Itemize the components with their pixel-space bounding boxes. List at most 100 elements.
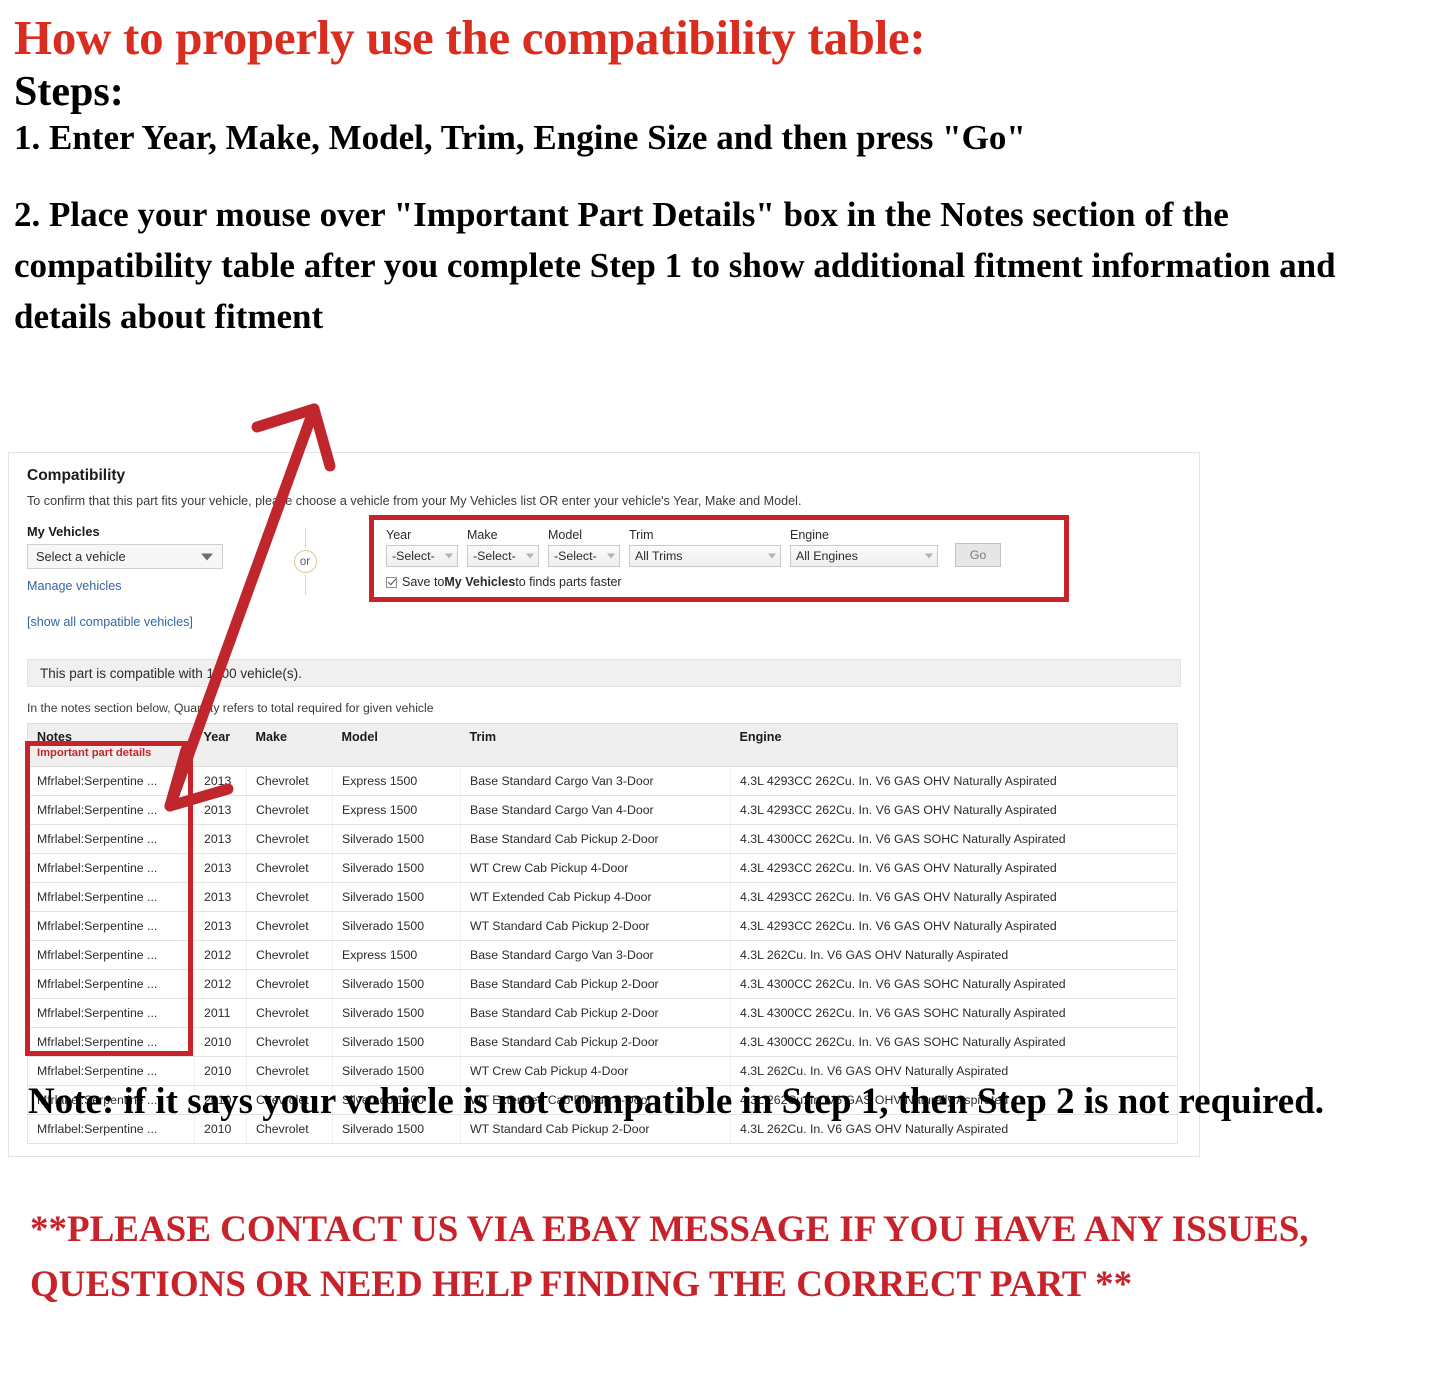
trim-field: Trim All Trims bbox=[629, 528, 781, 567]
step-2-text: 2. Place your mouse over "Important Part… bbox=[14, 194, 1336, 336]
cell-year: 2012 bbox=[194, 969, 247, 999]
make-label: Make bbox=[467, 528, 498, 542]
year-select[interactable]: -Select- bbox=[386, 545, 458, 567]
cell-make: Chevrolet bbox=[246, 824, 333, 854]
cell-model: Express 1500 bbox=[332, 766, 461, 796]
model-label: Model bbox=[548, 528, 583, 542]
cell-notes[interactable]: Mfrlabel:Serpentine ... bbox=[27, 766, 195, 796]
col-header-notes[interactable]: Notes Important part details bbox=[27, 723, 195, 767]
chevron-down-icon bbox=[526, 553, 534, 559]
col-header-year[interactable]: Year bbox=[194, 723, 247, 767]
bottom-note-text: Note: if it says your vehicle is not com… bbox=[28, 1081, 1325, 1122]
cell-model: Silverado 1500 bbox=[332, 1027, 461, 1057]
model-field: Model -Select- bbox=[548, 528, 620, 567]
or-badge: or bbox=[293, 550, 317, 573]
cell-make: Chevrolet bbox=[246, 766, 333, 796]
cell-engine: 4.3L 4293CC 262Cu. In. V6 GAS OHV Natura… bbox=[730, 766, 1178, 796]
cell-notes[interactable]: Mfrlabel:Serpentine ... bbox=[27, 795, 195, 825]
cell-year: 2010 bbox=[194, 1027, 247, 1057]
engine-select[interactable]: All Engines bbox=[790, 545, 938, 567]
trim-select[interactable]: All Trims bbox=[629, 545, 781, 567]
col-header-model[interactable]: Model bbox=[332, 723, 461, 767]
cell-trim: Base Standard Cargo Van 3-Door bbox=[460, 766, 731, 796]
vehicle-selector-highlight-box: Year -Select- Make -Select- Model -Selec… bbox=[369, 515, 1069, 602]
cell-engine: 4.3L 4300CC 262Cu. In. V6 GAS SOHC Natur… bbox=[730, 969, 1178, 999]
cell-engine: 4.3L 4300CC 262Cu. In. V6 GAS SOHC Natur… bbox=[730, 1027, 1178, 1057]
table-row: Mfrlabel:Serpentine ... 2013 Chevrolet Silv… bbox=[27, 824, 1178, 854]
manage-vehicles-link[interactable]: Manage vehicles bbox=[27, 579, 245, 593]
save-checkbox[interactable] bbox=[386, 576, 397, 588]
cell-engine: 4.3L 4293CC 262Cu. In. V6 GAS OHV Natura… bbox=[730, 882, 1178, 912]
cell-model: Express 1500 bbox=[332, 940, 461, 970]
fitment-table-header-row: Notes Important part details Year Make M… bbox=[27, 723, 1178, 767]
quantity-note: In the notes section below, Quantity ref… bbox=[27, 701, 434, 715]
model-select[interactable]: -Select- bbox=[548, 545, 620, 567]
year-field: Year -Select- bbox=[386, 528, 458, 567]
chevron-down-icon bbox=[201, 553, 213, 560]
year-label: Year bbox=[386, 528, 412, 542]
cell-year: 2013 bbox=[194, 853, 247, 883]
cell-engine: 4.3L 4293CC 262Cu. In. V6 GAS OHV Natura… bbox=[730, 911, 1178, 941]
cell-notes[interactable]: Mfrlabel:Serpentine ... bbox=[27, 969, 195, 999]
cell-model: Silverado 1500 bbox=[332, 824, 461, 854]
save-prefix-text: Save to bbox=[402, 575, 445, 589]
cell-engine: 4.3L 262Cu. In. V6 GAS OHV Naturally Asp… bbox=[730, 940, 1178, 970]
my-vehicles-select-value: Select a vehicle bbox=[36, 549, 126, 564]
cell-notes[interactable]: Mfrlabel:Serpentine ... bbox=[27, 940, 195, 970]
my-vehicles-section: My Vehicles Select a vehicle Manage vehi… bbox=[27, 524, 245, 629]
table-row: Mfrlabel:Serpentine ... 2012 Chevrolet Expr… bbox=[27, 940, 1178, 970]
compatibility-heading: Compatibility bbox=[27, 467, 126, 484]
cell-model: Silverado 1500 bbox=[332, 998, 461, 1028]
table-row: Mfrlabel:Serpentine ... 2012 Chevrolet Silv… bbox=[27, 969, 1178, 999]
table-row: Mfrlabel:Serpentine ... 2010 Chevrolet Silv… bbox=[27, 1027, 1178, 1057]
cell-engine: 4.3L 4300CC 262Cu. In. V6 GAS SOHC Natur… bbox=[730, 998, 1178, 1028]
cell-trim: Base Standard Cab Pickup 2-Door bbox=[460, 969, 731, 999]
cell-make: Chevrolet bbox=[246, 853, 333, 883]
cell-notes[interactable]: Mfrlabel:Serpentine ... bbox=[27, 1027, 195, 1057]
col-header-trim[interactable]: Trim bbox=[460, 723, 731, 767]
cell-notes[interactable]: Mfrlabel:Serpentine ... bbox=[27, 998, 195, 1028]
make-field: Make -Select- bbox=[467, 528, 539, 567]
table-row: Mfrlabel:Serpentine ... 2013 Chevrolet Silv… bbox=[27, 911, 1178, 941]
cell-trim: WT Extended Cab Pickup 4-Door bbox=[460, 882, 731, 912]
cell-year: 2013 bbox=[194, 882, 247, 912]
engine-field: Engine All Engines bbox=[790, 528, 938, 567]
cell-year: 2011 bbox=[194, 998, 247, 1028]
cell-make: Chevrolet bbox=[246, 911, 333, 941]
cell-trim: WT Standard Cab Pickup 2-Door bbox=[460, 911, 731, 941]
chevron-down-icon bbox=[768, 553, 776, 559]
chevron-down-icon bbox=[925, 553, 933, 559]
cell-model: Silverado 1500 bbox=[332, 911, 461, 941]
cell-make: Chevrolet bbox=[246, 1027, 333, 1057]
cell-notes[interactable]: Mfrlabel:Serpentine ... bbox=[27, 824, 195, 854]
cell-model: Silverado 1500 bbox=[332, 969, 461, 999]
trim-label: Trim bbox=[629, 528, 654, 542]
engine-value: All Engines bbox=[796, 549, 858, 563]
cell-model: Silverado 1500 bbox=[332, 853, 461, 883]
my-vehicles-select[interactable]: Select a vehicle bbox=[27, 544, 223, 569]
cell-make: Chevrolet bbox=[246, 882, 333, 912]
chevron-down-icon bbox=[445, 553, 453, 559]
cell-notes[interactable]: Mfrlabel:Serpentine ... bbox=[27, 911, 195, 941]
cell-notes[interactable]: Mfrlabel:Serpentine ... bbox=[27, 882, 195, 912]
step-1-text: 1. Enter Year, Make, Model, Trim, Engine… bbox=[14, 118, 1026, 158]
save-to-my-vehicles-row[interactable]: Save to My Vehicles to finds parts faste… bbox=[386, 575, 1054, 589]
go-button[interactable]: Go bbox=[955, 543, 1001, 567]
col-header-engine[interactable]: Engine bbox=[730, 723, 1178, 767]
vehicle-selector-fields: Year -Select- Make -Select- Model -Selec… bbox=[386, 528, 1054, 567]
or-line-bottom bbox=[304, 575, 306, 595]
show-all-compatible-vehicles-link[interactable]: [show all compatible vehicles] bbox=[27, 615, 245, 629]
cell-year: 2013 bbox=[194, 911, 247, 941]
steps-label: Steps: bbox=[14, 68, 124, 115]
table-row: Mfrlabel:Serpentine ... 2013 Chevrolet Silv… bbox=[27, 882, 1178, 912]
cell-trim: Base Standard Cab Pickup 2-Door bbox=[460, 998, 731, 1028]
table-row: Mfrlabel:Serpentine ... 2013 Chevrolet Expr… bbox=[27, 766, 1178, 796]
cell-year: 2013 bbox=[194, 824, 247, 854]
make-select[interactable]: -Select- bbox=[467, 545, 539, 567]
cell-trim: WT Crew Cab Pickup 4-Door bbox=[460, 853, 731, 883]
cell-trim: Base Standard Cab Pickup 2-Door bbox=[460, 1027, 731, 1057]
col-header-make[interactable]: Make bbox=[246, 723, 333, 767]
or-separator: or bbox=[245, 524, 365, 595]
cell-notes[interactable]: Mfrlabel:Serpentine ... bbox=[27, 853, 195, 883]
trim-value: All Trims bbox=[635, 549, 683, 563]
